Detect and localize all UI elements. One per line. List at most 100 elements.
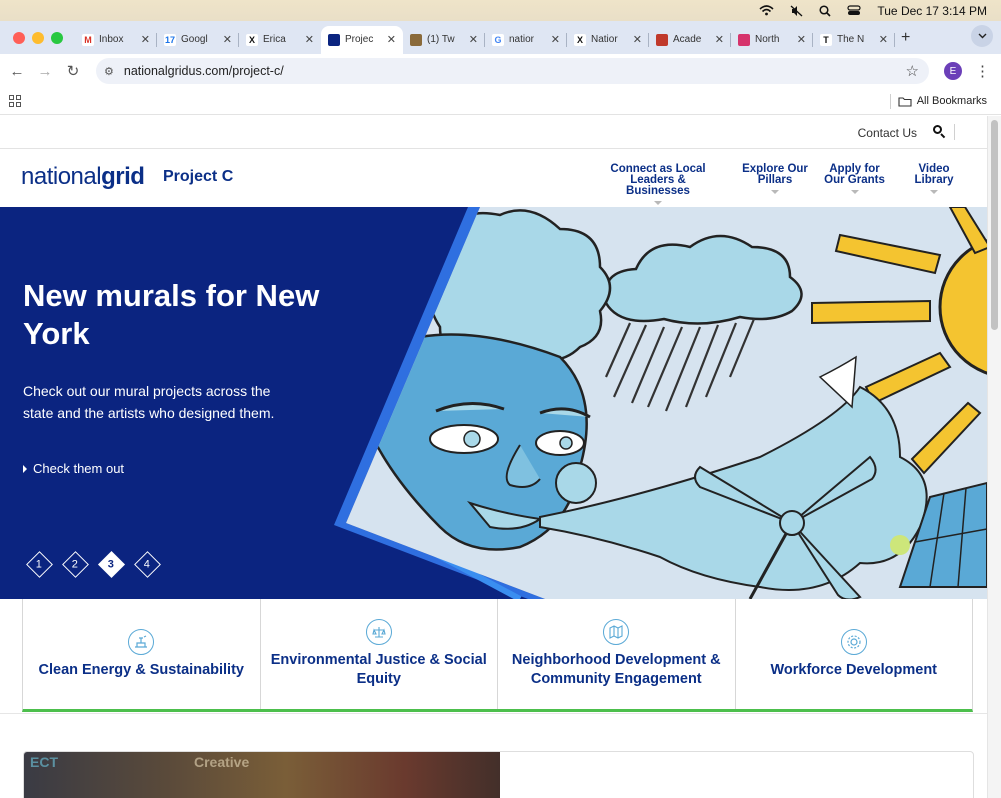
close-tab-icon[interactable]: ✕ — [797, 33, 806, 46]
window-controls — [13, 31, 63, 44]
dot-label: 3 — [108, 558, 115, 571]
browser-tab[interactable]: X Natior ✕ — [567, 26, 649, 54]
all-bookmarks-label: All Bookmarks — [916, 95, 987, 107]
close-tab-icon[interactable]: ✕ — [223, 33, 232, 46]
justice-icon — [365, 619, 392, 645]
check-them-out-link[interactable]: Check them out — [23, 461, 124, 476]
bookmarks-bar: All Bookmarks — [0, 88, 1001, 115]
nav-explore-pillars[interactable]: Explore Our Pillars — [738, 163, 812, 194]
browser-tab[interactable]: (1) Tw ✕ — [403, 26, 485, 54]
browser-tab[interactable]: X Erica ✕ — [239, 26, 321, 54]
tab-favicon-icon — [738, 33, 750, 46]
project-c-title[interactable]: Project C — [163, 168, 233, 186]
scrollbar-thumb[interactable] — [991, 120, 998, 330]
browser-menu-icon[interactable]: ⋮ — [975, 62, 990, 80]
carousel-dot-3[interactable]: 3 — [98, 551, 125, 578]
browser-toolbar: ← → ↻ ⚙ nationalgridus.com/project-c/ ☆ … — [0, 54, 1001, 88]
pillar-environmental-justice[interactable]: Environmental Justice & Social Equity — [261, 599, 498, 709]
photo-decoration: ECT — [30, 754, 58, 770]
close-tab-icon[interactable]: ✕ — [305, 33, 314, 46]
close-tab-icon[interactable]: ✕ — [551, 33, 560, 46]
tab-favicon-icon: X — [574, 33, 586, 46]
chevron-down-icon — [654, 201, 662, 205]
site-settings-icon[interactable]: ⚙ — [104, 65, 114, 78]
address-bar[interactable]: ⚙ nationalgridus.com/project-c/ ☆ — [96, 58, 929, 84]
tab-search-button[interactable] — [971, 25, 993, 47]
bookmarks-divider — [890, 94, 891, 109]
mute-icon[interactable] — [790, 5, 803, 17]
logo-text-bold: grid — [101, 163, 145, 190]
play-arrow-icon — [23, 464, 27, 473]
nav-connect-local-leaders[interactable]: Connect as Local Leaders & Businesses — [597, 163, 719, 205]
menu-bar: Tue Dec 17 3:14 PM — [0, 0, 1001, 21]
tab-title: natior — [509, 34, 535, 45]
tab-favicon-icon: 17 — [164, 33, 176, 46]
close-window-button[interactable] — [13, 31, 25, 44]
browser-tab[interactable]: T The N ✕ — [813, 26, 895, 54]
tab-separator — [894, 32, 895, 47]
tab-favicon-icon: X — [246, 33, 258, 46]
tab-title: Googl — [181, 34, 208, 45]
dot-label: 2 — [72, 558, 79, 571]
browser-tab[interactable]: Gnatior ✕ — [485, 26, 567, 54]
utility-bar: Contact Us — [0, 116, 987, 149]
new-tab-button[interactable]: + — [901, 29, 910, 47]
tab-favicon-icon — [656, 33, 668, 46]
url-text[interactable]: nationalgridus.com/project-c/ — [124, 64, 284, 78]
cta-label: Check them out — [33, 461, 125, 476]
dot-label: 1 — [36, 558, 43, 571]
nav-video-library[interactable]: Video Library — [908, 163, 960, 194]
tab-list: M Inbox ✕ 17 Googl ✕ X Erica ✕ Projec ✕ (1) Tw ✕ Gnat… — [75, 22, 895, 54]
carousel-dot-4[interactable]: 4 — [134, 551, 161, 578]
browser-tab[interactable]: M Inbox ✕ — [75, 26, 157, 54]
hero-title: New murals for New York — [23, 278, 320, 351]
tab-favicon-icon: T — [820, 33, 832, 46]
wifi-icon[interactable] — [759, 5, 774, 16]
chevron-down-icon — [930, 190, 938, 194]
close-tab-icon[interactable]: ✕ — [633, 33, 642, 46]
page-scrollbar[interactable] — [987, 116, 1001, 798]
close-tab-icon[interactable]: ✕ — [141, 33, 150, 46]
tab-favicon-icon: M — [82, 33, 94, 46]
feature-card[interactable]: ECT Creative — [23, 751, 974, 798]
all-bookmarks-button[interactable]: All Bookmarks — [898, 95, 987, 107]
tab-title: The N — [837, 34, 865, 45]
map-icon — [603, 619, 630, 645]
nav-label-line2: Pillars — [757, 174, 793, 186]
control-center-icon[interactable] — [847, 5, 861, 16]
national-grid-logo[interactable]: nationalgrid — [21, 163, 145, 191]
photo-decoration: Creative — [194, 754, 250, 770]
zoom-window-button[interactable] — [51, 31, 63, 44]
minimize-window-button[interactable] — [32, 31, 44, 44]
search-icon[interactable] — [933, 125, 946, 139]
web-page: Contact Us nationalgrid Project C Connec… — [0, 116, 987, 798]
close-tab-icon[interactable]: ✕ — [879, 33, 888, 46]
close-tab-icon[interactable]: ✕ — [715, 33, 724, 46]
section-divider — [0, 713, 987, 714]
browser-tab[interactable]: 17 Googl ✕ — [157, 26, 239, 54]
profile-avatar[interactable]: E — [944, 62, 962, 80]
browser-tab[interactable]: Acade ✕ — [649, 26, 731, 54]
hero-subtitle: Check out our mural projects across the … — [23, 383, 275, 421]
apps-grid-icon[interactable] — [9, 95, 21, 107]
contact-us-link[interactable]: Contact Us — [858, 126, 917, 140]
back-button[interactable]: ← — [3, 63, 31, 80]
spotlight-search-icon[interactable] — [819, 4, 831, 17]
pillar-workforce-development[interactable]: Workforce Development — [736, 599, 973, 709]
chevron-down-icon — [771, 190, 779, 194]
carousel-dot-1[interactable]: 1 — [26, 551, 53, 578]
close-tab-icon[interactable]: ✕ — [387, 33, 396, 46]
forward-button[interactable]: → — [31, 63, 59, 80]
close-tab-icon[interactable]: ✕ — [469, 33, 478, 46]
nav-label-line2: Library — [914, 174, 954, 186]
carousel-dot-2[interactable]: 2 — [62, 551, 89, 578]
menubar-datetime[interactable]: Tue Dec 17 3:14 PM — [877, 4, 987, 18]
pillar-clean-energy[interactable]: Clean Energy & Sustainability — [23, 599, 261, 709]
reload-button[interactable]: ↻ — [59, 62, 87, 80]
pillar-neighborhood-development[interactable]: Neighborhood Development & Community Eng… — [498, 599, 736, 709]
browser-tab[interactable]: Projec ✕ — [321, 25, 403, 54]
browser-tab[interactable]: North ✕ — [731, 26, 813, 54]
main-navigation: nationalgrid Project C Connect as Local … — [0, 150, 987, 207]
bookmark-star-icon[interactable]: ☆ — [906, 62, 919, 80]
nav-apply-grants[interactable]: Apply for Our Grants — [822, 163, 887, 194]
